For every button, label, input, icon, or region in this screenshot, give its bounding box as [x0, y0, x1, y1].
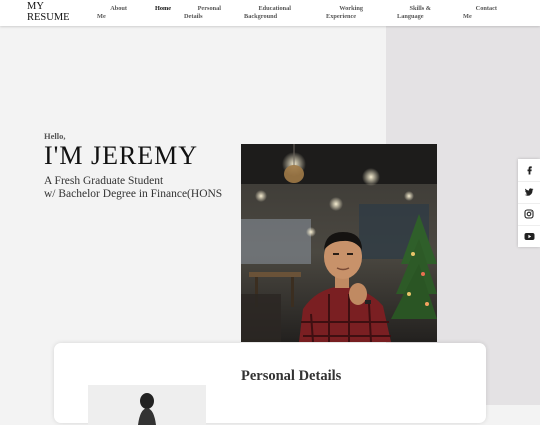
nav-label: Skills &	[409, 5, 431, 12]
nav-label: Details	[184, 13, 203, 20]
personal-details-card: Personal Details	[54, 343, 486, 425]
nav-home[interactable]: Home	[155, 5, 171, 13]
youtube-link[interactable]	[518, 225, 540, 247]
nav-skills-language[interactable]: Skills & Language	[397, 5, 431, 21]
section-title: Personal Details	[241, 368, 342, 384]
hero-greeting: Hello,	[44, 131, 66, 141]
instagram-link[interactable]	[518, 203, 540, 226]
nav-label: Home	[155, 5, 172, 12]
nav-label: Experience	[326, 13, 357, 20]
nav-label: About	[110, 5, 127, 12]
brand-line-1: MY	[27, 1, 44, 12]
nav-educational-background[interactable]: Educational Background	[244, 5, 291, 21]
nav-label: Educational	[258, 5, 291, 12]
nav-label: Contact	[475, 5, 497, 12]
top-navbar: MY RESUME About Me Home Personal Details…	[0, 0, 540, 26]
nav-working-experience[interactable]: Working Experience	[326, 5, 363, 21]
nav-contact-me[interactable]: Contact Me	[463, 5, 497, 21]
nav-label: Me	[463, 13, 472, 20]
hero-name: I'M JEREMY	[44, 141, 199, 170]
profile-photo	[241, 144, 437, 342]
nav-label: Working	[339, 5, 363, 12]
facebook-link[interactable]	[518, 159, 540, 182]
hero-subtitle: A Fresh Graduate Student w/ Bachelor Deg…	[44, 175, 222, 200]
nav-label: Language	[397, 13, 424, 20]
nav-label: Personal	[197, 5, 221, 12]
brand-logo[interactable]: MY RESUME	[27, 1, 70, 23]
nav-label: Background	[244, 13, 278, 20]
twitter-link[interactable]	[518, 181, 540, 204]
instagram-icon	[524, 209, 534, 219]
twitter-icon	[524, 188, 534, 196]
youtube-icon	[524, 232, 534, 240]
hero-subtitle-line-2: w/ Bachelor Degree in Finance(HONS	[44, 187, 223, 200]
brand-line-2: RESUME	[27, 12, 70, 23]
nav-about-me[interactable]: About Me	[97, 5, 127, 21]
facebook-icon	[527, 166, 532, 175]
social-links-bar	[518, 159, 540, 247]
nav-personal-details[interactable]: Personal Details	[184, 5, 221, 21]
details-photo	[88, 385, 206, 425]
nav-label: Me	[97, 13, 106, 20]
hero-subtitle-line-1: A Fresh Graduate Student	[44, 175, 164, 187]
